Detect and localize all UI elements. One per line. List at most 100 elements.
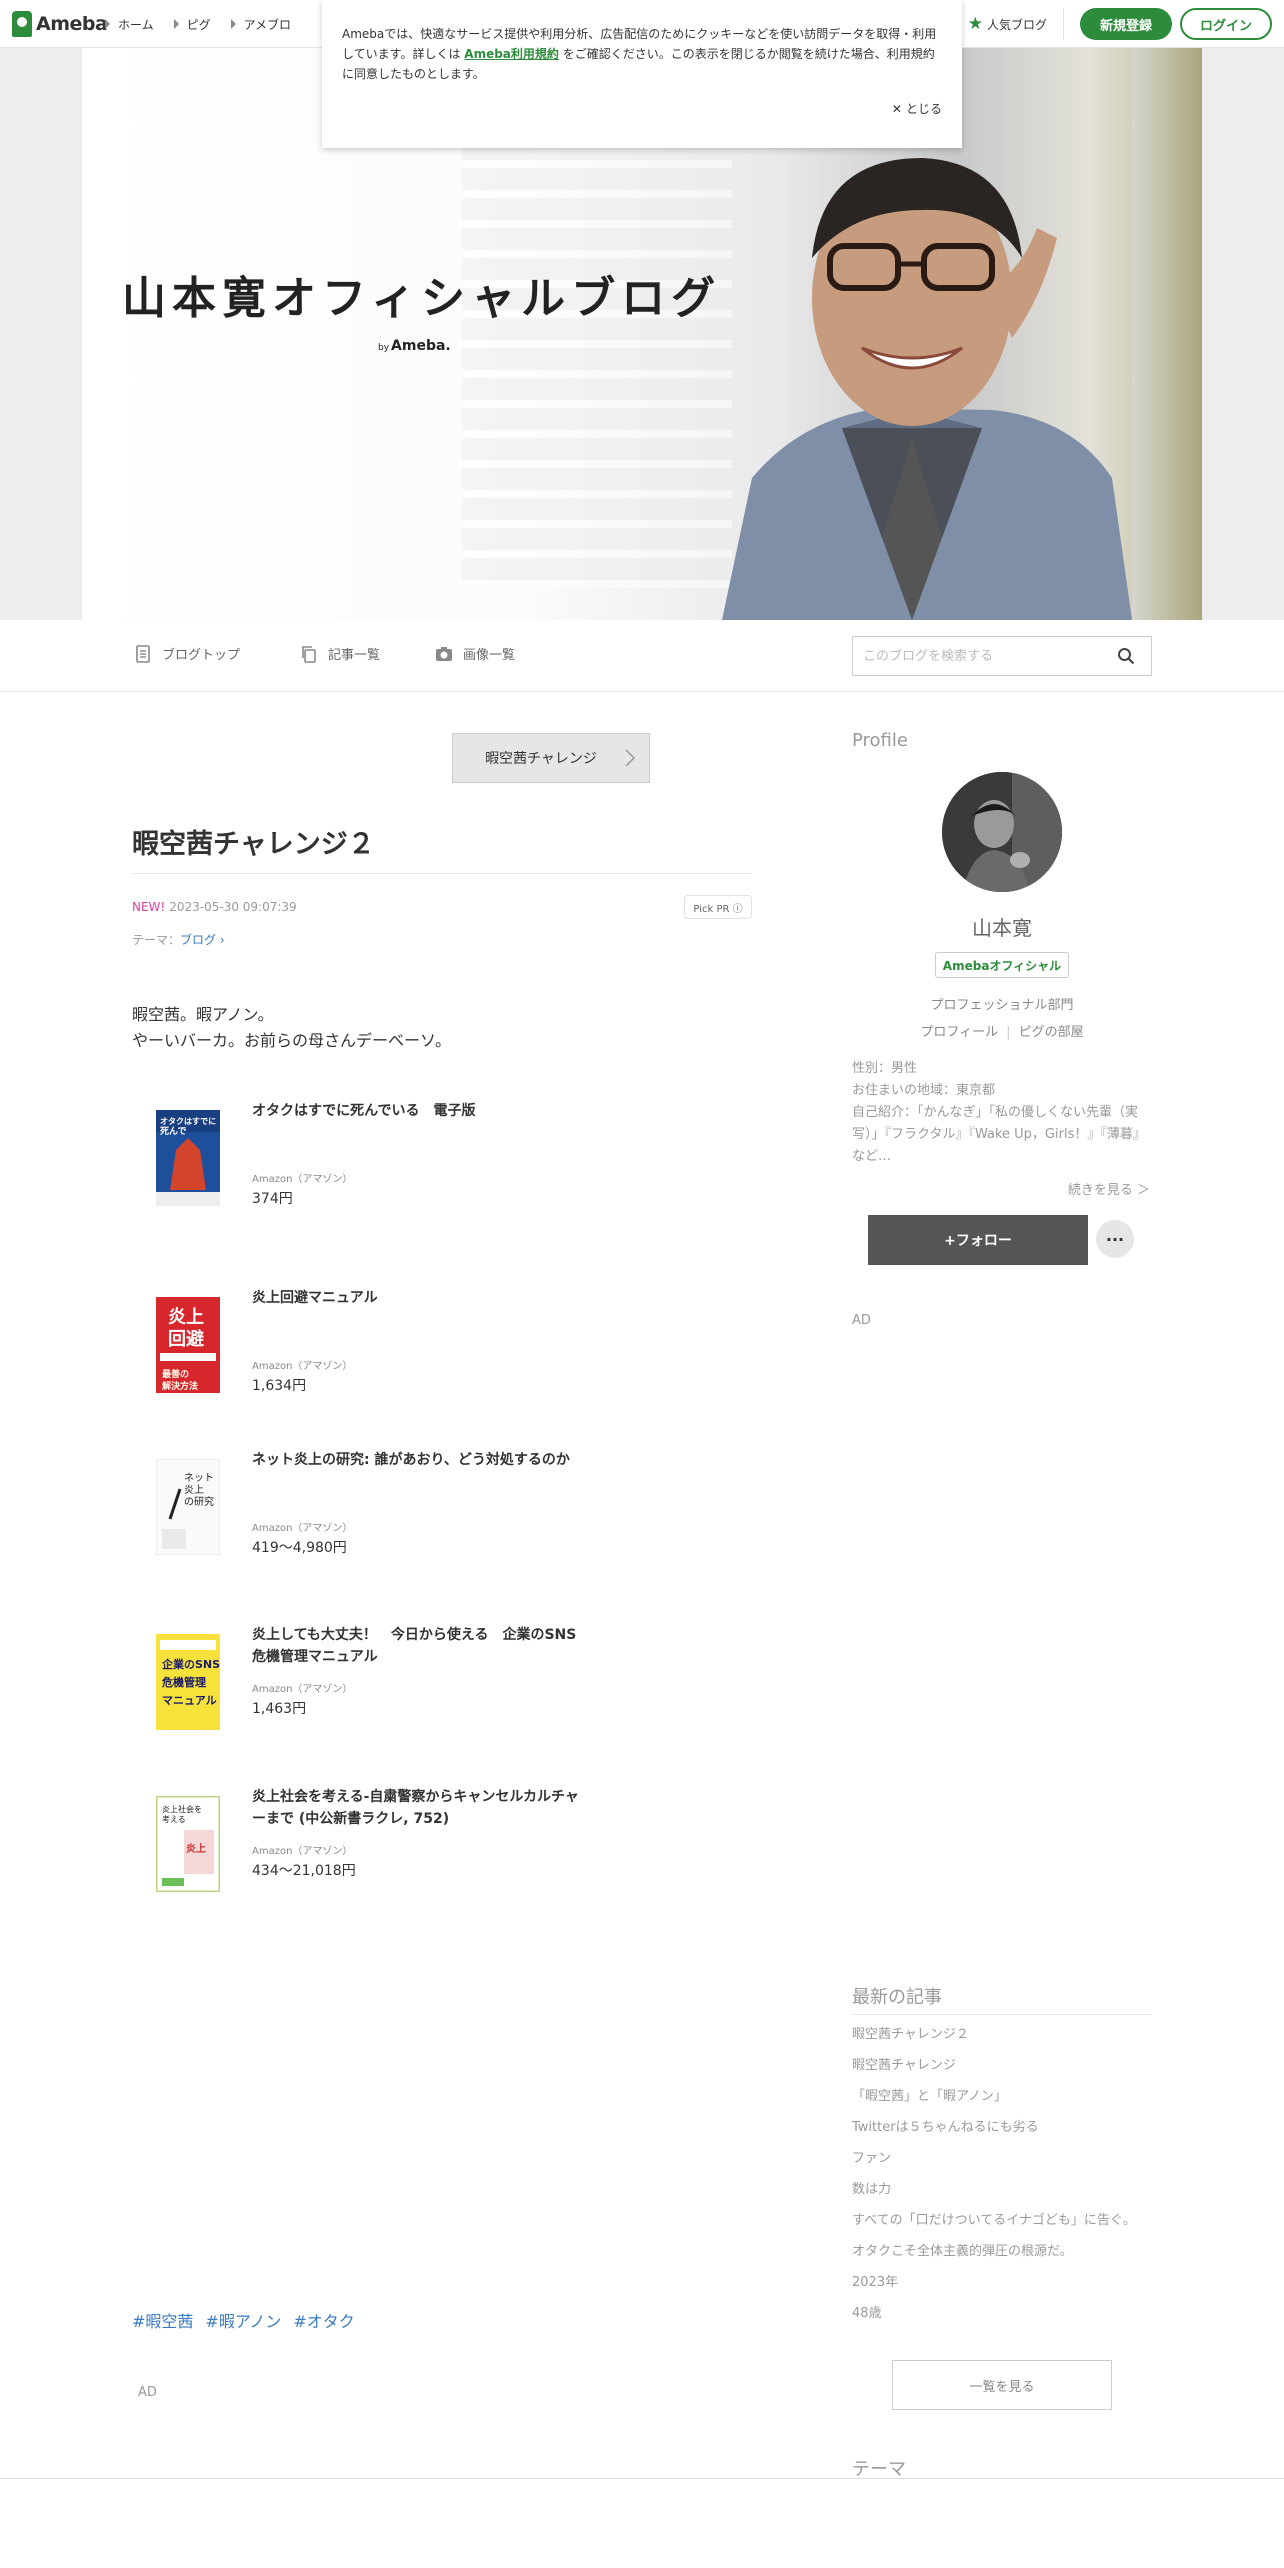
product-title[interactable]: ネット炎上の研究: 誰があおり、どう対処するのか [252,1449,582,1471]
search-icon[interactable] [1117,647,1135,665]
follow-button[interactable]: +フォロー [868,1215,1088,1265]
product-source: Amazon（アマゾン） [252,1523,353,1534]
theme-button[interactable]: 暇空茜チャレンジ [452,733,650,783]
login-button[interactable]: ログイン [1180,8,1272,40]
product-card[interactable]: ネット 炎上 の研究 ネット炎上の研究: 誰があおり、どう対処するのか Amazon… [132,1449,752,1579]
product-price: 1,634円 [252,1378,307,1394]
author-photo [722,158,1132,620]
product-source: Amazon（アマゾン） [252,1846,353,1857]
nav-blog-top-label: ブログトップ [162,648,241,663]
profile-intro: 自己紹介：「かんなぎ」「私の優しくない先輩（実写）」『フラクタル』『Wake U… [852,1105,1146,1164]
chevron-right-icon: › [216,933,225,947]
hashtag-link[interactable]: #オタク [293,2308,354,2332]
book-cover-image: 企業のSNS 危機管理マニュアル [156,1634,220,1730]
profile-name[interactable]: 山本寛 [852,912,1152,941]
chevron-right-icon [105,19,110,29]
nav-home[interactable]: ホーム [105,16,154,33]
header-actions: ★ 人気ブログ 新規登録 ログイン [968,8,1272,40]
ameba-logo[interactable]: Ameba [12,10,108,38]
nav-entry-list[interactable]: 記事一覧 [300,644,380,663]
profile-heading: Profile [852,730,908,751]
product-card[interactable]: 炎上 回避 最善の 解決方法 炎上回避マニュアル Amazon（アマゾン） 1,634… [132,1287,752,1417]
svg-text:考える: 考える [162,1815,186,1824]
footer-divider [0,2478,1284,2479]
pigg-room-link[interactable]: ピグの部屋 [1019,1025,1084,1040]
logo-text: Ameba [36,13,108,35]
latest-entry-link[interactable]: ファン [852,2149,1152,2169]
product-title[interactable]: 炎上社会を考える-自粛警察からキャンセルカルチャーまで (中公新書ラクレ, 75… [252,1786,582,1830]
copy-icon [302,645,316,663]
separator: | [1006,1025,1011,1040]
theme-link[interactable]: ブログ [180,933,216,947]
product-title[interactable]: 炎上しても大丈夫！ 今日から使える 企業のSNS危機管理マニュアル [252,1624,582,1668]
latest-entry-link[interactable]: すべての「口だけついてるイナゴども」に告ぐ。 [852,2211,1152,2231]
view-all-button[interactable]: 一覧を見る [892,2360,1112,2410]
latest-entry-link[interactable]: オタクこそ全体主義的弾圧の根源だ。 [852,2242,1152,2262]
article-date: 2023-05-30 09:07:39 [169,900,297,914]
nav-blog-top[interactable]: ブログトップ [134,644,240,663]
hashtag-link[interactable]: #暇空茜 [132,2308,193,2332]
product-title[interactable]: オタクはすでに死んでいる 電子版 [252,1100,582,1122]
nav-image-list[interactable]: 画像一覧 [435,644,515,663]
blog-search [852,636,1152,676]
avatar-photo [942,772,1062,892]
star-icon: ★ [967,14,983,34]
svg-text:炎上社会を: 炎上社会を [162,1804,202,1814]
search-input[interactable] [863,648,1103,664]
latest-entry-link[interactable]: Twitterは５ちゃんねるにも劣る [852,2118,1152,2138]
read-more-link[interactable]: 続きを見る ＞ [852,1179,1150,1198]
latest-entry-link[interactable]: 「暇空茜」と「暇アノン」 [852,2087,1152,2107]
cookie-close-button[interactable]: ✕ とじる [892,100,942,117]
svg-text:マニュアル: マニュアル [162,1694,217,1707]
profile-department: プロフェッショナル部門 [930,998,1074,1013]
article-body: 暇空茜。暇アノン。 やーいバーカ。お前らの母さんデーベーソ。 [132,1002,451,1054]
popular-blog-link[interactable]: ★ 人気ブログ [968,8,1064,40]
body-line: 暇空茜。暇アノン。 [132,1005,274,1024]
pickpr-badge[interactable]: Pick PR ⓘ [684,895,752,919]
nav-image-list-label: 画像一覧 [463,648,516,663]
product-title[interactable]: 炎上回避マニュアル [252,1287,582,1309]
terms-link[interactable]: Ameba利用規約 [464,47,559,61]
latest-entry-link[interactable]: 2023年 [852,2273,1152,2293]
svg-text:危機管理: 危機管理 [161,1675,206,1689]
window-frame [1132,48,1202,620]
svg-text:オタクはすでに: オタクはすでに [160,1116,216,1126]
official-badge: Amebaオフィシャル [935,952,1069,978]
book-cover-image: 炎上社会を考える炎上 [156,1796,220,1892]
profile-link[interactable]: プロフィール [920,1025,998,1040]
latest-entry-link[interactable]: 数は力 [852,2180,1152,2200]
by-brand: Ameba. [391,338,451,354]
product-card[interactable]: 炎上社会を 考える 炎上 炎上社会を考える-自粛警察からキャンセルカルチャーまで (… [132,1786,752,1916]
more-options-button[interactable]: ··· [1096,1220,1134,1258]
nav-ameblo-label: アメブロ [243,17,292,32]
document-icon [136,644,150,663]
profile-links: プロフィール | ピグの部屋 [852,1021,1152,1040]
product-source: Amazon（アマゾン） [252,1174,353,1185]
avatar[interactable] [942,772,1062,892]
article-title[interactable]: 暇空茜チャレンジ２ [132,822,375,861]
blog-nav: ブログトップ 記事一覧 画像一覧 [0,620,1284,692]
nav-ameblo[interactable]: アメブロ [230,16,292,33]
body-line: やーいバーカ。お前らの母さんデーベーソ。 [132,1031,452,1050]
theme-button-label: 暇空茜チャレンジ [485,751,597,767]
product-card[interactable]: 企業のSNS 危機管理 マニュアル 炎上しても大丈夫！ 今日から使える 企業のSNS… [132,1624,752,1754]
by-ameba: by Ameba. [378,338,451,354]
nav-pigg[interactable]: ピグ [173,16,211,33]
hashtag-link[interactable]: #暇アノン [205,2308,281,2332]
product-price: 434〜21,018円 [252,1863,356,1879]
register-button[interactable]: 新規登録 [1080,8,1172,40]
product-card[interactable]: オタクはすでに 死んで オタクはすでに死んでいる 電子版 Amazon（アマゾン）… [132,1100,752,1230]
global-nav: ホーム ピグ アメブロ [105,0,311,48]
cookie-text: Amebaでは、快適なサービス提供や利用分析、広告配信のためにクッキーなどを使い… [342,24,940,84]
ameba-mark-icon [12,11,32,37]
profile-gender: 性別：男性 [852,1061,918,1076]
latest-entry-link[interactable]: 暇空茜チャレンジ [852,2056,1152,2076]
chevron-right-icon [625,749,636,767]
product-source: Amazon（アマゾン） [252,1361,353,1372]
cookie-consent-banner: Amebaでは、快適なサービス提供や利用分析、広告配信のためにクッキーなどを使い… [322,0,962,148]
latest-entry-link[interactable]: 暇空茜チャレンジ２ [852,2025,1152,2045]
blog-title[interactable]: 山本寛オフィシャルブログ [122,262,721,326]
latest-entry-link[interactable]: 48歳 [852,2304,1152,2324]
heading-divider [852,2014,1152,2015]
popular-blog-label: 人気ブログ [986,17,1047,32]
